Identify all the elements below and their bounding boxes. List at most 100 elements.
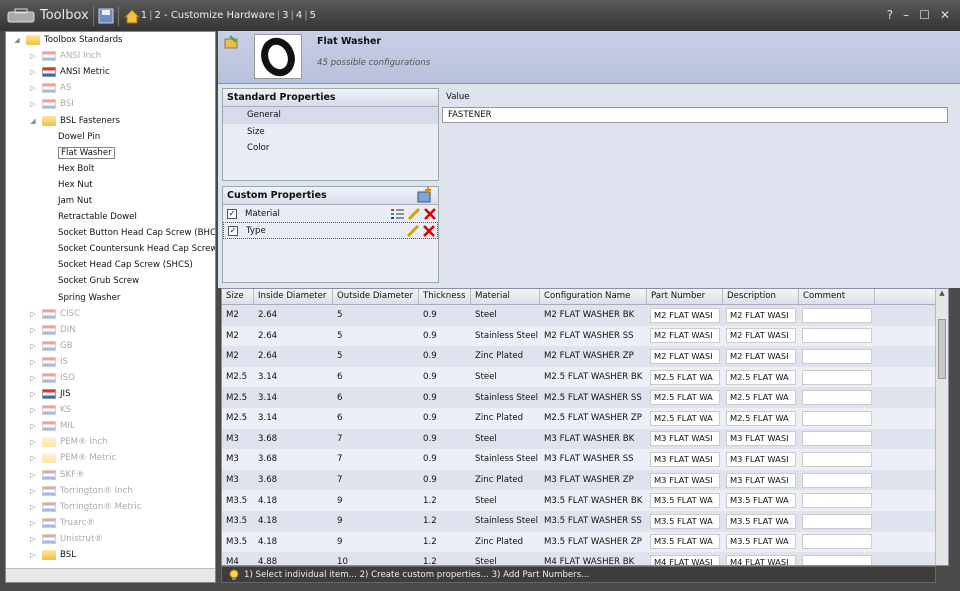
collapsed-arrow-icon[interactable]: ▷ (28, 535, 38, 543)
collapsed-arrow-icon[interactable]: ▷ (28, 551, 38, 559)
grid-vertical-scrollbar[interactable]: ▲ (935, 289, 948, 565)
tree-node[interactable]: ▷ Truarc® (6, 515, 215, 531)
step-1[interactable]: 1 (141, 10, 147, 21)
collapsed-arrow-icon[interactable]: ▷ (28, 454, 38, 462)
collapsed-arrow-icon[interactable]: ▷ (28, 390, 38, 398)
tree-node[interactable]: Retractable Dowel (6, 209, 215, 225)
description-input[interactable]: M3.5 FLAT WA (726, 534, 796, 550)
description-input[interactable]: M3.5 FLAT WA (726, 493, 796, 509)
comment-input[interactable] (802, 472, 872, 488)
list-icon[interactable] (390, 208, 406, 220)
collapsed-arrow-icon[interactable]: ▷ (28, 358, 38, 366)
part-number-input[interactable]: M2 FLAT WASI (650, 307, 720, 323)
table-row[interactable]: M3 3.68 7 0.9 Steel M3 FLAT WASHER BK M3 FLAT … (222, 428, 948, 450)
custom-property-material[interactable]: ✓ Material (223, 205, 438, 222)
collapsed-arrow-icon[interactable]: ▷ (28, 84, 38, 92)
tree-node[interactable]: ▷ ANSI Inch (6, 48, 215, 64)
tree-node[interactable]: ▷ BSL (6, 547, 215, 563)
collapsed-arrow-icon[interactable]: ▷ (28, 503, 38, 511)
expanded-arrow-icon[interactable]: ◢ (28, 117, 38, 125)
tree-node[interactable]: ▷ SKF® (6, 467, 215, 483)
tree-node[interactable]: Hex Nut (6, 177, 215, 193)
tree-node[interactable]: ▷ AS (6, 80, 215, 96)
delete-icon[interactable] (421, 224, 437, 237)
tree-node[interactable]: Hex Bolt (6, 161, 215, 177)
type-checkbox[interactable]: ✓ (228, 225, 238, 236)
collapsed-arrow-icon[interactable]: ▷ (28, 342, 38, 350)
tree-node[interactable]: Socket Countersunk Head Cap Screw ( (6, 241, 215, 257)
tree-node[interactable]: Dowel Pin (6, 129, 215, 145)
tree-horizontal-scrollbar[interactable] (6, 568, 215, 582)
custom-property-type[interactable]: ✓ Type (223, 222, 438, 239)
table-row[interactable]: M2 2.64 5 0.9 Zinc Plated M2 FLAT WASHER ZP M2… (222, 346, 948, 367)
table-row[interactable]: M3 3.68 7 0.9 Zinc Plated M3 FLAT WASHER ZP M3… (222, 469, 948, 491)
table-row[interactable]: M3 3.68 7 0.9 Stainless Steel M3 FLAT WASHER … (222, 449, 948, 470)
part-number-input[interactable]: M3.5 FLAT WA (650, 493, 720, 509)
collapsed-arrow-icon[interactable]: ▷ (28, 374, 38, 382)
part-number-input[interactable]: M2.5 FLAT WA (650, 390, 720, 406)
collapsed-arrow-icon[interactable]: ▷ (28, 471, 38, 479)
collapsed-arrow-icon[interactable]: ▷ (28, 519, 38, 527)
tree-node[interactable]: ▷ GB (6, 338, 215, 354)
tree-node[interactable]: Flat Washer (6, 145, 215, 161)
edit-pencil-icon[interactable] (405, 224, 421, 237)
tree-node[interactable]: ◢ Toolbox Standards (6, 32, 215, 48)
description-input[interactable]: M3 FLAT WASI (726, 451, 796, 467)
comment-input[interactable] (802, 493, 872, 509)
standard-property-size[interactable]: Size (223, 124, 438, 141)
tree-node[interactable]: ▷ ANSI Metric (6, 64, 215, 80)
description-input[interactable]: M2.5 FLAT WA (726, 410, 796, 426)
tree-node[interactable]: ▷ CISC (6, 306, 215, 322)
material-checkbox[interactable]: ✓ (227, 208, 237, 219)
tree-node[interactable]: ▷ Torrington® Inch (6, 483, 215, 499)
collapsed-arrow-icon[interactable]: ▷ (28, 422, 38, 430)
part-number-input[interactable]: M2.5 FLAT WA (650, 369, 720, 385)
table-row[interactable]: M3.5 4.18 9 1.2 Zinc Plated M3.5 FLAT WASHER … (222, 531, 948, 553)
home-icon[interactable] (123, 8, 141, 24)
table-row[interactable]: M2.5 3.14 6 0.9 Stainless Steel M2.5 FLAT WAS… (222, 387, 948, 408)
part-number-input[interactable]: M3 FLAT WASI (650, 431, 720, 447)
tree-node[interactable]: ▷ DIN (6, 322, 215, 338)
scroll-up-icon[interactable]: ▲ (936, 289, 948, 297)
value-input[interactable]: FASTENER (442, 107, 948, 123)
description-input[interactable]: M4 FLAT WASI (726, 554, 796, 565)
comment-input[interactable] (802, 513, 872, 529)
column-header[interactable]: Material (471, 289, 540, 304)
comment-input[interactable] (802, 369, 872, 385)
table-row[interactable]: M2.5 3.14 6 0.9 Zinc Plated M2.5 FLAT WASHER … (222, 407, 948, 429)
comment-input[interactable] (802, 410, 872, 426)
edit-folder-icon[interactable] (224, 35, 238, 49)
description-input[interactable]: M3 FLAT WASI (726, 431, 796, 447)
table-row[interactable]: M2 2.64 5 0.9 Steel M2 FLAT WASHER BK M2 FLAT … (222, 305, 948, 326)
column-header[interactable]: Inside Diameter (254, 289, 333, 304)
part-number-input[interactable]: M3 FLAT WASI (650, 451, 720, 467)
comment-input[interactable] (802, 534, 872, 550)
close-button[interactable]: ✕ (940, 8, 950, 22)
tree-node[interactable]: ▷ PEM® Metric (6, 450, 215, 466)
part-number-input[interactable]: M4 FLAT WASI (650, 554, 720, 565)
column-header[interactable]: Comment (799, 289, 875, 304)
collapsed-arrow-icon[interactable]: ▷ (28, 310, 38, 318)
minimize-button[interactable]: – (903, 8, 909, 22)
column-header[interactable]: Description (723, 289, 799, 304)
table-row[interactable]: M3.5 4.18 9 1.2 Stainless Steel M3.5 FLAT WAS… (222, 510, 948, 532)
collapsed-arrow-icon[interactable]: ▷ (28, 487, 38, 495)
tree-node[interactable]: ▷ ISO (6, 370, 215, 386)
part-number-input[interactable]: M2 FLAT WASI (650, 348, 720, 364)
table-row[interactable]: M4 4.88 10 1.2 Steel M4 FLAT WASHER BK M4 FLAT… (222, 552, 948, 565)
scroll-thumb[interactable] (938, 319, 946, 379)
column-header[interactable]: Size (222, 289, 254, 304)
column-header[interactable]: Outside Diameter (333, 289, 419, 304)
expanded-arrow-icon[interactable]: ◢ (12, 36, 22, 44)
tree-node[interactable]: Spring Washer (6, 290, 215, 306)
standard-property-general[interactable]: General (223, 107, 438, 124)
collapsed-arrow-icon[interactable]: ▷ (28, 100, 38, 108)
tree-node[interactable]: Socket Head Cap Screw (SHCS) (6, 257, 215, 273)
collapsed-arrow-icon[interactable]: ▷ (28, 406, 38, 414)
add-property-icon[interactable] (416, 187, 434, 203)
table-row[interactable]: M2 2.64 5 0.9 Stainless Steel M2 FLAT WASHER … (222, 325, 948, 347)
step-3[interactable]: 3 (282, 10, 288, 21)
part-number-input[interactable]: M3 FLAT WASI (650, 472, 720, 488)
tree-node[interactable]: Jam Nut (6, 193, 215, 209)
step-4[interactable]: 4 (296, 10, 302, 21)
